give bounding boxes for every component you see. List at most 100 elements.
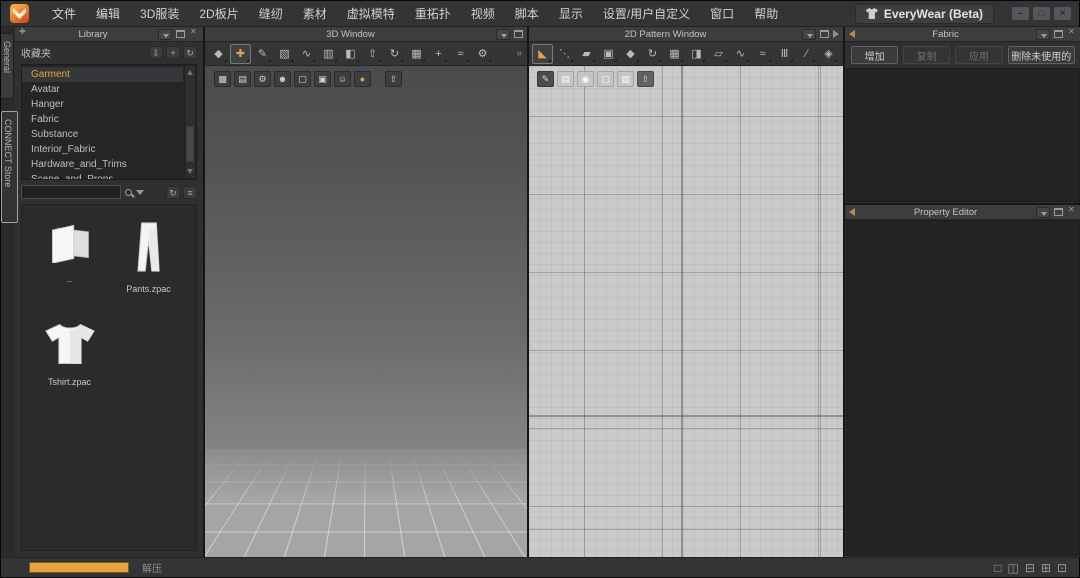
library-file[interactable]: .. [47, 221, 93, 294]
panel-menu-dropdown[interactable] [1036, 29, 1050, 40]
arrangement-points-icon[interactable]: ▢ [294, 71, 311, 87]
flip-icon[interactable]: ◧ [340, 44, 361, 64]
fabric-list-area[interactable] [846, 68, 1080, 202]
garment-2d-icon[interactable]: ▤ [557, 71, 574, 87]
close-panel-icon[interactable] [1067, 29, 1077, 39]
menu-item[interactable]: 设置/用户自定义 [593, 5, 700, 22]
fabric-button[interactable]: 删除未使用的 [1008, 46, 1076, 64]
info-icon[interactable]: ◉ [577, 71, 594, 87]
dock-pin-icon[interactable] [19, 30, 28, 39]
library-scrollbar[interactable] [184, 66, 195, 178]
toolbar-overflow-icon[interactable]: » [516, 48, 524, 59]
panel-menu-dropdown[interactable] [496, 29, 510, 40]
restore-button[interactable]: □ [1033, 7, 1050, 20]
internal-lines-icon[interactable]: ⚙ [254, 71, 271, 87]
panel-menu-dropdown[interactable] [158, 29, 172, 40]
texture-2d-icon[interactable]: ▨ [617, 71, 634, 87]
import-icon[interactable]: ⇩ [149, 46, 163, 59]
library-folder-item[interactable]: Substance [22, 127, 183, 142]
world-map-icon[interactable]: ● [354, 71, 371, 87]
capture-2d-icon[interactable]: ⇧ [637, 71, 654, 87]
avatar-toggle-icon[interactable]: ☻ [274, 71, 291, 87]
pen-toggle-icon[interactable]: ✎ [537, 71, 554, 87]
library-file[interactable]: Tshirt.zpac [44, 322, 96, 387]
2d-canvas[interactable]: ✎▤◉▢▨⇧ [529, 66, 843, 557]
menu-item[interactable]: 2D板片 [189, 5, 248, 22]
texture-surface-icon[interactable]: ▩ [214, 71, 231, 87]
flip-icon[interactable]: ◨ [686, 44, 707, 64]
layout-three-pane-icon[interactable]: ⊟ [1025, 561, 1035, 575]
grading-icon[interactable]: ▦ [664, 44, 685, 64]
settings-icon[interactable]: ⚙ [472, 44, 493, 64]
menu-item[interactable]: 重拓扑 [405, 5, 461, 22]
library-folder-item[interactable]: Garment [22, 67, 183, 82]
segment-sew-icon[interactable]: ∿ [730, 44, 751, 64]
app-logo-icon[interactable] [10, 4, 29, 23]
property-editor-body[interactable] [846, 220, 1080, 556]
menu-item[interactable]: 编辑 [86, 5, 130, 22]
bounding-volume-icon[interactable]: ▣ [314, 71, 331, 87]
transform-icon[interactable]: ◣ [532, 44, 553, 64]
search-filter-dropdown-icon[interactable] [136, 190, 144, 195]
arrange-icon[interactable]: ▥ [318, 44, 339, 64]
edit-sew-icon[interactable]: ∕ [796, 44, 817, 64]
edit-curve-icon[interactable]: ▰ [576, 44, 597, 64]
simulate-icon[interactable]: ◆ [208, 44, 229, 64]
menu-item[interactable]: 脚本 [505, 5, 549, 22]
menu-item[interactable]: 视频 [461, 5, 505, 22]
panel-menu-dropdown[interactable] [1036, 207, 1050, 218]
mesh-grid-icon[interactable]: ▦ [406, 44, 427, 64]
edit-pattern-icon[interactable]: ⋱ [554, 44, 575, 64]
fabric-button[interactable]: 应用 [955, 46, 1002, 64]
library-folder-item[interactable]: Fabric [22, 112, 183, 127]
select-mesh-icon[interactable]: ✎ [252, 44, 273, 64]
head-toggle-icon[interactable]: ☺ [334, 71, 351, 87]
capture-icon[interactable]: ⇧ [385, 71, 402, 87]
everywear-button[interactable]: EveryWear (Beta) [855, 4, 994, 24]
select-move-icon[interactable]: ✚ [230, 44, 251, 64]
free-sew-icon[interactable]: ≈ [752, 44, 773, 64]
close-panel-icon[interactable] [1067, 207, 1077, 217]
float-panel-icon[interactable] [820, 30, 829, 38]
list-view-icon[interactable]: ≡ [183, 186, 197, 199]
refresh-icon[interactable]: ↻ [183, 46, 197, 59]
sew-icon[interactable]: ∿ [296, 44, 317, 64]
reset-arrangement-icon[interactable]: ↻ [384, 44, 405, 64]
menu-item[interactable]: 窗口 [700, 5, 744, 22]
library-folder-item[interactable]: Hardware_and_Trims [22, 157, 183, 172]
outline-icon[interactable]: ▢ [597, 71, 614, 87]
library-file[interactable]: Pants.zpac [126, 221, 171, 294]
add-icon[interactable]: + [166, 46, 180, 59]
menu-item[interactable]: 显示 [549, 5, 593, 22]
close-button[interactable]: ✕ [1054, 7, 1071, 20]
search-icon[interactable] [125, 189, 132, 196]
library-folder-item[interactable]: Hanger [22, 97, 183, 112]
library-folder-item[interactable]: Avatar [22, 82, 183, 97]
menu-item[interactable]: 帮助 [744, 5, 788, 22]
float-panel-icon[interactable] [176, 30, 185, 38]
library-folder-item[interactable]: Scene_and_Props [22, 172, 183, 180]
float-panel-icon[interactable] [1054, 208, 1063, 216]
multi-sew-icon[interactable]: Ⅲ [774, 44, 795, 64]
search-input[interactable] [21, 185, 121, 199]
fold-icon[interactable]: ▱ [708, 44, 729, 64]
tab-general[interactable]: General [1, 33, 14, 99]
minimize-button[interactable]: – [1012, 7, 1029, 20]
dock-arrow-icon[interactable] [849, 208, 855, 216]
menu-item[interactable]: 虚拟模特 [337, 5, 405, 22]
collapse-right-icon[interactable] [833, 30, 839, 38]
avatar-fit-icon[interactable]: ⇧ [362, 44, 383, 64]
dart-icon[interactable]: ◆ [620, 44, 641, 64]
add-point-icon[interactable]: ▣ [598, 44, 619, 64]
float-panel-icon[interactable] [1054, 30, 1063, 38]
refresh-icon[interactable]: ↻ [166, 186, 180, 199]
scrollbar-thumb[interactable] [186, 126, 194, 162]
wind-icon[interactable]: ≈ [450, 44, 471, 64]
pin-icon[interactable]: ▧ [274, 44, 295, 64]
tack-icon[interactable]: + [428, 44, 449, 64]
show-garment-icon[interactable]: ◈ [818, 44, 839, 64]
close-panel-icon[interactable] [189, 29, 199, 39]
menu-item[interactable]: 3D服装 [130, 5, 189, 22]
garment-toggle-icon[interactable]: ▤ [234, 71, 251, 87]
menu-item[interactable]: 素材 [293, 5, 337, 22]
